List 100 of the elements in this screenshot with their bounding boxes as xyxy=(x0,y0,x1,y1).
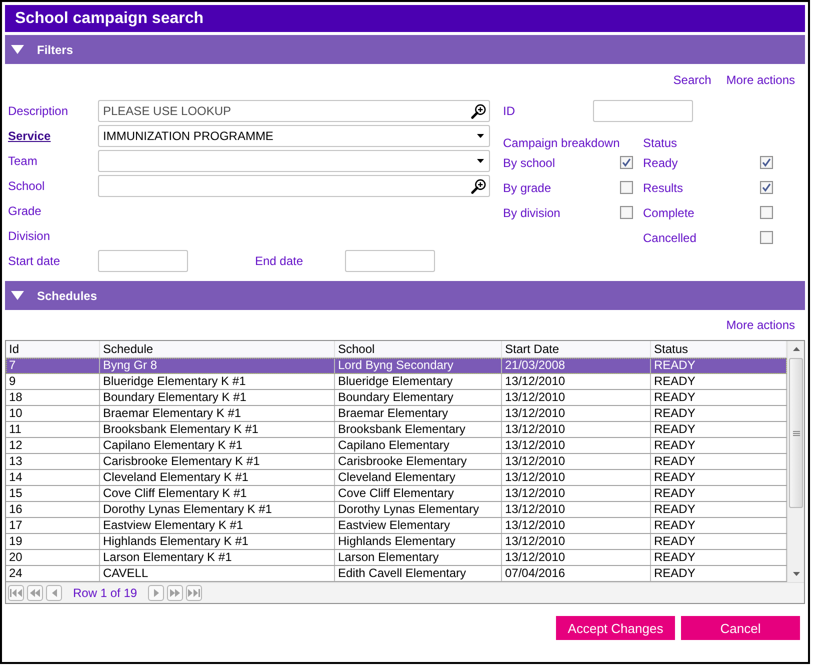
table-row[interactable]: 15 Cove Cliff Elementary K #1 Cove Cliff Elementary 13/12/2010 READY xyxy=(6,486,787,502)
dialog-button[interactable]: Accept Changes xyxy=(556,616,675,640)
table-cell: Eastview Elementary K #1 xyxy=(100,518,335,533)
checkbox[interactable] xyxy=(760,206,773,219)
table-cell: Larson Elementary xyxy=(335,550,502,565)
table-cell: Highlands Elementary K #1 xyxy=(100,534,335,549)
table-cell: 13/12/2010 xyxy=(502,550,651,565)
action-link[interactable]: Search xyxy=(673,73,712,87)
table-cell: 20 xyxy=(6,550,100,565)
table-cell: Brooksbank Elementary xyxy=(335,422,502,437)
option-label: Complete xyxy=(643,206,694,220)
field-label: Start date xyxy=(8,253,62,270)
table-cell: Dorothy Lynas Elementary K #1 xyxy=(100,502,335,517)
action-link[interactable]: More actions xyxy=(726,318,795,332)
table-row[interactable]: 13 Carisbrooke Elementary K #1 Carisbrooke Elementary 13/12/2010 READY xyxy=(6,454,787,470)
previous-row-button[interactable] xyxy=(46,585,62,601)
previous-page-button[interactable] xyxy=(27,585,43,601)
input-field[interactable] xyxy=(593,100,693,122)
table-cell: 13/12/2010 xyxy=(502,470,651,485)
table-cell: Boundary Elementary K #1 xyxy=(100,390,335,405)
dialog-button[interactable]: Cancel xyxy=(681,616,800,640)
table-row[interactable]: 10 Braemar Elementary K #1 Braemar Elementary 13/12/2010 READY xyxy=(6,406,787,422)
table-cell: 17 xyxy=(6,518,100,533)
dropdown-field[interactable]: IMMUNIZATION PROGRAMME xyxy=(98,125,490,147)
table-cell: 21/03/2008 xyxy=(502,358,651,373)
arrow-up-icon[interactable] xyxy=(792,347,800,351)
field-label: Team xyxy=(8,153,38,170)
table-cell: CAVELL xyxy=(100,566,335,581)
scrollbar[interactable] xyxy=(787,341,804,582)
table-row[interactable]: 18 Boundary Elementary K #1 Boundary Elementary 13/12/2010 READY xyxy=(6,390,787,406)
magnifier-icon[interactable] xyxy=(471,178,486,194)
option-label: By division xyxy=(503,206,560,220)
checkbox[interactable] xyxy=(760,231,773,244)
table-cell: 13/12/2010 xyxy=(502,406,651,421)
table-row[interactable]: 7 Byng Gr 8 Lord Byng Secondary 21/03/2008 READY xyxy=(6,358,787,374)
checkbox[interactable] xyxy=(620,156,633,169)
option-label: By grade xyxy=(503,180,552,194)
table-cell: 9 xyxy=(6,374,100,389)
table-cell: Capilano Elementary xyxy=(335,438,502,453)
column-header[interactable]: Start Date xyxy=(502,341,651,357)
pager-status: Row 1 of 19 xyxy=(73,586,138,600)
field-label: Division xyxy=(8,228,52,245)
table-cell: Highlands Elementary xyxy=(335,534,502,549)
triangle-icon[interactable] xyxy=(11,45,24,54)
table-cell: Cleveland Elementary xyxy=(335,470,502,485)
scroll-thumb[interactable] xyxy=(789,358,803,508)
table-cell: Cove Cliff Elementary K #1 xyxy=(100,486,335,501)
triangle-icon[interactable] xyxy=(11,291,24,300)
option-label: Cancelled xyxy=(643,230,696,244)
lookup-field[interactable]: PLEASE USE LOOKUP xyxy=(98,100,490,122)
checkbox[interactable] xyxy=(620,181,633,194)
table-cell: Eastview Elementary xyxy=(335,518,502,533)
checkbox[interactable] xyxy=(760,181,773,194)
skip-first-icon xyxy=(10,589,22,597)
table-cell: Dorothy Lynas Elementary xyxy=(335,502,502,517)
arrow-down-icon[interactable] xyxy=(792,572,800,576)
table-cell: 19 xyxy=(6,534,100,549)
action-link[interactable]: More actions xyxy=(726,73,795,87)
table-cell: 13/12/2010 xyxy=(502,518,651,533)
table-cell: 13/12/2010 xyxy=(502,390,651,405)
dropdown-field[interactable] xyxy=(98,150,490,172)
column-header[interactable]: School xyxy=(335,341,502,357)
table-cell: Capilano Elementary K #1 xyxy=(100,438,335,453)
table-cell: 15 xyxy=(6,486,100,501)
table-row[interactable]: 11 Brooksbank Elementary K #1 Brooksbank Elementary 13/12/2010 READY xyxy=(6,422,787,438)
magnifier-icon[interactable] xyxy=(471,104,486,118)
table-row[interactable]: 9 Blueridge Elementary K #1 Blueridge Elementary 13/12/2010 READY xyxy=(6,374,787,390)
next-page-button[interactable] xyxy=(167,585,184,601)
lookup-field[interactable] xyxy=(98,175,490,197)
table-row[interactable]: 17 Eastview Elementary K #1 Eastview Elementary 13/12/2010 READY xyxy=(6,518,787,534)
table-row[interactable]: 20 Larson Elementary K #1 Larson Elementary 13/12/2010 READY xyxy=(6,550,787,566)
next-row-button[interactable] xyxy=(148,585,164,601)
table-cell: Blueridge Elementary xyxy=(335,374,502,389)
table-cell: 11 xyxy=(6,422,100,437)
table-cell: Cove Cliff Elementary xyxy=(335,486,502,501)
table-cell: Carisbrooke Elementary K #1 xyxy=(100,454,335,469)
table-row[interactable]: 19 Highlands Elementary K #1 Highlands Elementary 13/12/2010 READY xyxy=(6,534,787,550)
last-page-button[interactable] xyxy=(186,585,202,601)
date-field[interactable] xyxy=(98,250,188,272)
table-row[interactable]: 12 Capilano Elementary K #1 Capilano Elementary 13/12/2010 READY xyxy=(6,438,787,454)
checkbox[interactable] xyxy=(620,206,633,219)
table-cell: 07/04/2016 xyxy=(502,566,651,581)
option-label: Ready xyxy=(643,156,678,170)
table-cell: Carisbrooke Elementary xyxy=(335,454,502,469)
window-title: School campaign search xyxy=(15,9,204,28)
field-label: ID xyxy=(503,103,516,120)
table-cell: 13 xyxy=(6,454,100,469)
table-cell: 16 xyxy=(6,502,100,517)
table-row[interactable]: 14 Cleveland Elementary K #1 Cleveland Elementary 13/12/2010 READY xyxy=(6,470,787,486)
table-cell: 13/12/2010 xyxy=(502,454,651,469)
date-field[interactable] xyxy=(345,250,435,272)
first-page-button[interactable] xyxy=(8,585,24,601)
table-cell: 13/12/2010 xyxy=(502,534,651,549)
table-row[interactable]: 16 Dorothy Lynas Elementary K #1 Dorothy Lynas Elementary 13/12/2010 READY xyxy=(6,502,787,518)
checkbox[interactable] xyxy=(760,156,773,169)
field-label: Description xyxy=(8,103,70,120)
caret-icon[interactable] xyxy=(477,159,484,163)
column-header[interactable]: Schedule xyxy=(100,341,335,357)
column-header[interactable]: Id xyxy=(6,341,100,357)
caret-icon[interactable] xyxy=(477,134,484,138)
